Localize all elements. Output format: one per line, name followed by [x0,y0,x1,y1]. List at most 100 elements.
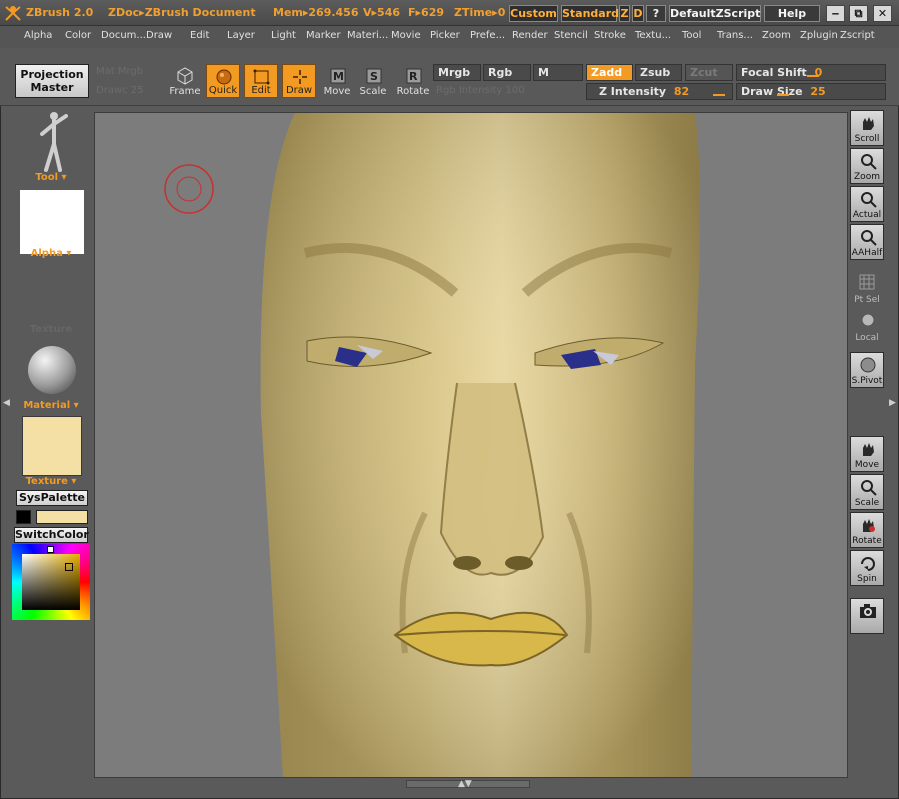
menu-item-light[interactable]: Light [271,30,296,41]
rotate-view-button[interactable]: Rotate [850,512,884,548]
svg-text:M: M [333,70,344,83]
edit-icon [253,69,270,85]
scroll-button[interactable]: Scroll [850,110,884,146]
main-color-swatch[interactable] [36,510,88,524]
z-button[interactable]: Z [619,5,630,22]
menu-item-tool[interactable]: Tool [682,30,701,41]
menu-item-marker[interactable]: Marker [306,30,341,41]
close-button[interactable]: ✕ [873,5,892,22]
frame-button[interactable]: Frame [168,64,202,98]
menu-item-materi[interactable]: Materi... [347,30,388,41]
move-view-button[interactable]: Move [850,436,884,472]
bottom-tray-arrow-icon[interactable]: ▲▼ [458,779,472,789]
d-button[interactable]: D [632,5,644,22]
alpha-menu[interactable]: Alpha ▾ [8,248,94,259]
cube-icon [177,67,193,85]
texture-menu[interactable]: Texture ▾ [8,476,94,487]
z-intensity-slider[interactable]: Z Intensity 82 [586,83,733,100]
top-toolbar: Projection Master Mat Mrgb Drawc 25 Fram… [0,48,899,106]
menu-item-docum[interactable]: Docum... [101,30,146,41]
menu-item-draw[interactable]: Draw [146,30,172,41]
shade-marker[interactable] [65,563,73,571]
ptsel-button[interactable]: Pt Sel [850,270,884,306]
zsub-button[interactable]: Zsub [635,64,682,81]
aahalf-button[interactable]: AAHalf [850,224,884,260]
spivot-button[interactable]: S.Pivot [850,352,884,388]
actual-label: Actual [852,210,882,220]
scale-button[interactable]: S Scale [356,64,390,98]
syspalette-button[interactable]: SysPalette [16,490,88,506]
menu-item-textu[interactable]: Textu... [635,30,671,41]
menu-item-trans[interactable]: Trans... [717,30,753,41]
menu-item-picker[interactable]: Picker [430,30,460,41]
question-button[interactable]: ? [646,5,666,22]
scale-view-label: Scale [854,498,880,508]
hue-marker[interactable] [47,546,54,553]
help-button[interactable]: Help [764,5,820,22]
menu-item-stroke[interactable]: Stroke [594,30,626,41]
minimize-button[interactable]: ‒ [826,5,845,22]
standard-button[interactable]: Standard [561,5,619,22]
custom-button[interactable]: Custom [509,5,558,22]
mrgb-button[interactable]: Mrgb [433,64,481,81]
menu-item-render[interactable]: Render [512,30,548,41]
ghost-draw-label: Drawc 25 [96,85,144,96]
spin-label: Spin [857,574,877,584]
rotate-button[interactable]: R Rotate [396,64,430,98]
secondary-color-swatch[interactable] [16,510,31,524]
local-button[interactable]: Local [850,308,884,344]
focal-shift-label: Focal Shift [741,66,807,79]
right-tray-arrow-icon[interactable]: ▶ [889,398,897,412]
rgb-intensity-slider[interactable]: Rgb Intensity 100 [436,85,525,96]
zcut-button[interactable]: Zcut [685,64,733,81]
menu-item-zplugin[interactable]: Zplugin [800,30,838,41]
document-canvas[interactable] [94,112,848,778]
aahalf-label: AAHalf [851,248,883,258]
menu-item-layer[interactable]: Layer [227,30,255,41]
projection-master-button[interactable]: Projection Master [15,64,89,98]
scale-view-button[interactable]: Scale [850,474,884,510]
focal-shift-slider[interactable]: Focal Shift 0 [736,64,886,81]
menu-item-zscript[interactable]: Zscript [840,30,875,41]
menu-item-alpha[interactable]: Alpha [24,30,52,41]
brush-cursor-outer [164,164,214,214]
edit-button[interactable]: Edit [244,64,278,98]
tool-menu[interactable]: Tool ▾ [8,172,94,183]
spin-arrow-icon [861,557,875,571]
menu-item-prefe[interactable]: Prefe... [470,30,505,41]
zadd-button[interactable]: Zadd [586,64,633,81]
snapshot-button[interactable] [850,598,884,634]
restore-button[interactable]: ⧉ [849,5,868,22]
draw-size-slider[interactable]: Draw Size 25 [736,83,886,100]
switchcolor-button[interactable]: SwitchColor [14,527,89,543]
quick-button[interactable]: Quick [206,64,240,98]
sculpted-head-model[interactable] [95,113,848,778]
material-menu[interactable]: Material ▾ [8,400,94,411]
menu-item-movie[interactable]: Movie [391,30,421,41]
menu-item-zoom[interactable]: Zoom [762,30,791,41]
material-sphere[interactable] [28,346,76,394]
menu-item-color[interactable]: Color [65,30,91,41]
zbrush-logo-icon [5,6,21,21]
scale-label: Scale [359,86,387,97]
tool-figure-icon[interactable] [36,110,70,174]
draw-button[interactable]: Draw [282,64,316,98]
rotate-r-icon: R [406,68,422,84]
menu-item-edit[interactable]: Edit [190,30,209,41]
rgb-button[interactable]: Rgb [483,64,531,81]
menu-item-stencil[interactable]: Stencil [554,30,588,41]
move-label: Move [323,86,351,97]
left-tray-arrow-icon[interactable]: ◀ [3,398,11,412]
m-button[interactable]: M [533,64,583,81]
zoom-button[interactable]: Zoom [850,148,884,184]
draw-size-bar [777,94,789,96]
pivot-sphere-icon [860,357,876,373]
alpha-swatch[interactable] [20,190,84,254]
actual-button[interactable]: Actual [850,186,884,222]
texture-swatch[interactable] [22,416,82,476]
default-zscript-button[interactable]: DefaultZScript [669,5,761,22]
spin-button[interactable]: Spin [850,550,884,586]
title-bar: ZBrush 2.0 ZDoc▸ZBrush Document Mem▸269.… [0,0,899,26]
rotate-label: Rotate [396,86,430,97]
move-button[interactable]: M Move [320,64,354,98]
